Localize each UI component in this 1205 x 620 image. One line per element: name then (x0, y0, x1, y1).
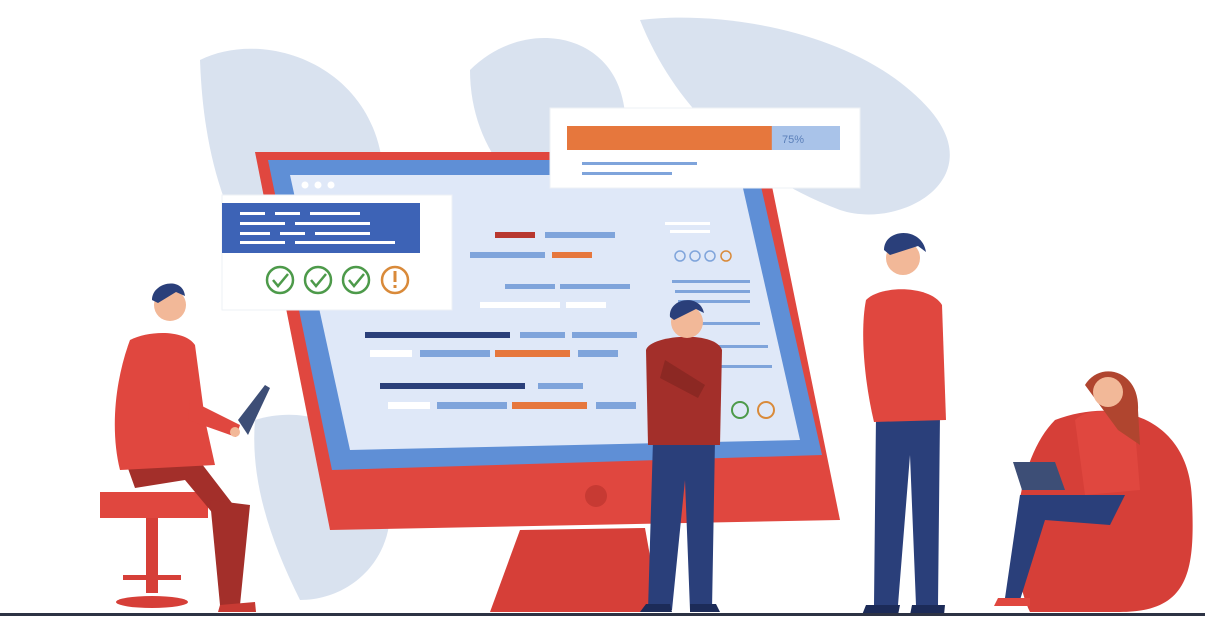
check-icon (303, 265, 333, 295)
progress-card: 75% (549, 107, 861, 189)
progress-fill (567, 126, 772, 150)
checklist-card (221, 194, 453, 311)
woman-on-beanbag (994, 371, 1193, 612)
man-on-stool (100, 283, 270, 612)
checklist-header (222, 203, 420, 253)
monitor-stand (490, 528, 660, 612)
illustration-scene: 75% (0, 0, 1205, 620)
ground-line (0, 613, 1205, 616)
check-icon (341, 265, 371, 295)
check-icon (265, 265, 295, 295)
progress-label: 75% (782, 134, 804, 146)
monitor-power-button (585, 485, 607, 507)
man-standing (862, 233, 946, 615)
window-dots (301, 181, 335, 189)
team-monitor-illustration: 75% (0, 17, 1205, 616)
exclamation-icon (380, 265, 410, 295)
